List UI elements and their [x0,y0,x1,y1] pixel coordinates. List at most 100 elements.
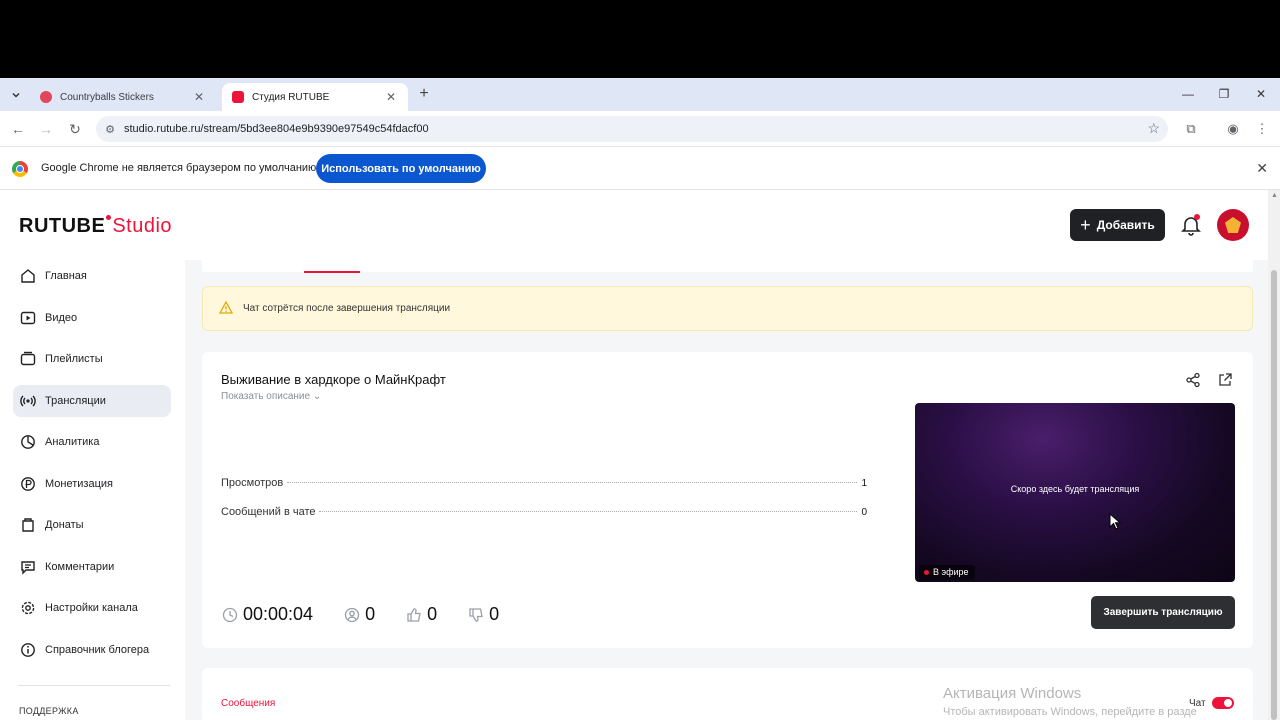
share-icon[interactable] [1185,372,1201,388]
tab-search-button[interactable] [6,85,26,105]
active-tab-underline [304,271,360,273]
sidebar-item-label: Видео [45,312,78,324]
sidebar-item-analytics[interactable]: Аналитика [13,426,171,458]
add-button-label: Добавить [1096,218,1155,232]
notifications-bell-icon[interactable] [1180,214,1202,236]
forward-arrow-icon[interactable]: → [36,119,56,139]
sidebar-item-home[interactable]: Главная [13,260,171,292]
windows-activation-watermark: Активация Windows Чтобы активировать Win… [943,685,1197,718]
stream-metrics: 00:00:04 0 0 0 [221,604,529,625]
notification-dot [1194,214,1200,220]
tab-title: Countryballs Stickers [60,91,154,103]
url-text: studio.rutube.ru/stream/5bd3ee804e9b9390… [124,123,429,135]
broadcast-icon [19,392,37,410]
rutube-favicon-icon [232,91,244,103]
sidebar-divider [18,685,170,686]
logo-dot [106,215,112,220]
analytics-icon [19,433,37,451]
scrollbar-thumb[interactable] [1271,270,1277,720]
plus-icon: + [1080,214,1091,235]
monetization-icon [19,475,37,493]
watermark-title: Активация Windows [943,685,1082,702]
browser-menu-icon[interactable]: ⋮ [1252,119,1272,139]
chevron-down-icon [12,92,20,98]
close-window-icon[interactable]: ✕ [1249,84,1273,104]
open-external-icon[interactable] [1217,372,1233,388]
playlist-icon [19,350,37,368]
sidebar-item-playlists[interactable]: Плейлисты [13,343,171,375]
close-infobar-icon[interactable]: ✕ [1256,160,1268,177]
sidebar-item-label: Донаты [45,519,84,531]
avatar[interactable] [1217,209,1249,241]
sidebar-item-label: Главная [45,270,87,282]
new-tab-button[interactable]: + [414,84,434,104]
chevron-down-icon: ⌄ [312,391,322,402]
sidebar-item-video[interactable]: Видео [13,302,171,334]
close-tab-icon[interactable]: ✕ [384,90,398,104]
sidebar-item-donations[interactable]: Донаты [13,509,171,541]
show-description-toggle[interactable]: Показать описание ⌄ [221,391,321,402]
site-info-icon[interactable]: ⚙ [96,123,124,136]
home-icon [19,267,37,285]
dislikes-value: 0 [489,604,500,624]
set-default-button[interactable]: Использовать по умолчанию [316,154,486,183]
logo-studio: Studio [112,215,173,237]
close-tab-icon[interactable]: ✕ [192,90,206,104]
user-icon [343,606,361,624]
sidebar-item-blogger-guide[interactable]: Справочник блогера [13,634,171,666]
mouse-cursor-icon [1109,513,1121,530]
chat-warning-banner: Чат сотрётся после завершения трансляции [202,286,1253,331]
minimize-icon[interactable]: — [1176,84,1200,104]
live-badge: В эфире [919,565,975,580]
infobar-text: Google Chrome не является браузером по у… [41,162,320,174]
watermark-subtitle: Чтобы активировать Windows, перейдите в … [943,706,1197,718]
extensions-icon[interactable]: ⧉ [1181,119,1201,139]
likes-value: 0 [427,604,438,624]
back-arrow-icon[interactable]: ← [8,119,28,139]
warning-text: Чат сотрётся после завершения трансляции [243,303,451,314]
browser-toolbar: ← → ↻ ⚙ studio.rutube.ru/stream/5bd3ee80… [0,111,1280,147]
page-scrollbar[interactable]: ▲ [1268,190,1280,720]
tab-title: Студия RUTUBE [252,91,330,103]
tab-messages[interactable]: Сообщения [221,698,275,709]
warning-icon [218,300,234,317]
sidebar: Главная Видео Плейлисты Трансляции Анали… [0,260,185,720]
sidebar-item-label: Справочник блогера [45,644,150,656]
black-border [0,0,1280,78]
profile-icon[interactable]: ◉ [1223,119,1243,139]
add-button[interactable]: + Добавить [1070,209,1165,241]
sidebar-item-label: Плейлисты [45,353,103,365]
viewers-metric: 0 [343,604,375,625]
scroll-up-icon[interactable]: ▲ [1271,192,1278,199]
stream-preview[interactable]: Скоро здесь будет трансляция В эфире [915,403,1235,582]
sidebar-item-comments[interactable]: Комментарии [13,551,171,583]
sidebar-item-broadcasts[interactable]: Трансляции [13,385,171,417]
dislikes-metric: 0 [467,604,499,625]
preview-placeholder-text: Скоро здесь будет трансляция [1010,484,1140,494]
duration-value: 00:00:04 [243,604,314,624]
viewers-value: 0 [365,604,376,624]
studio-header: RUTUBE Studio + Добавить [0,190,1268,260]
default-browser-infobar: Google Chrome не является браузером по у… [0,147,1280,190]
sidebar-item-label: Настройки канала [45,602,138,614]
stat-label: Просмотров [221,477,284,489]
browser-tab-countryballs[interactable]: Countryballs Stickers ✕ [30,83,216,111]
sidebar-item-channel-settings[interactable]: Настройки канала [13,592,171,624]
address-bar[interactable]: ⚙ studio.rutube.ru/stream/5bd3ee804e9b93… [96,116,1168,142]
browser-tab-rutube-studio[interactable]: Студия RUTUBE ✕ [222,83,408,111]
sidebar-item-label: Аналитика [45,436,100,448]
rutube-studio-logo[interactable]: RUTUBE Studio [19,215,172,238]
sidebar-item-monetization[interactable]: Монетизация [13,468,171,500]
duration-metric: 00:00:04 [221,604,313,625]
chat-toggle[interactable] [1212,697,1234,709]
reload-icon[interactable]: ↻ [65,119,85,139]
thumbs-up-icon [405,606,423,624]
stream-title: Выживание в хардкоре о МайнКрафт [221,372,446,387]
comments-icon [19,558,37,576]
support-heading: ПОДДЕРЖКА [19,706,79,716]
end-stream-button[interactable]: Завершить трансляцию [1091,596,1235,629]
bookmark-star-icon[interactable]: ☆ [1147,120,1160,137]
show-description-label: Показать описание [221,391,311,402]
sidebar-item-label: Монетизация [45,478,113,490]
restore-icon[interactable]: ❐ [1212,84,1236,104]
